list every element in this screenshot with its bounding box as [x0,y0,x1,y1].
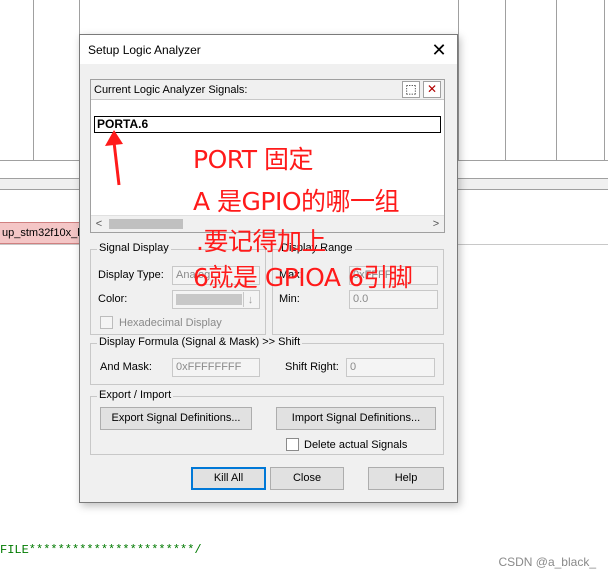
scroll-left-icon[interactable]: < [91,216,107,232]
and-mask-input[interactable]: 0xFFFFFFFF [172,358,260,377]
min-label: Min: [279,293,300,305]
annotation-line-2: A 是GPIO的哪一组 [193,187,400,216]
close-button[interactable]: Close [270,467,344,490]
signal-display-caption: Signal Display [97,242,171,254]
close-icon[interactable]: ✕ [427,38,451,62]
export-signals-button[interactable]: Export Signal Definitions... [100,407,252,430]
display-formula-group: Display Formula (Signal & Mask) >> Shift… [90,336,444,385]
color-swatch [176,294,242,305]
scroll-right-icon[interactable]: > [428,216,444,232]
hex-display-label: Hexadecimal Display [119,317,222,329]
editor-tab[interactable]: up_stm32f10x_h [0,222,86,244]
delete-actual-signals-label: Delete actual Signals [304,439,408,451]
display-formula-caption: Display Formula (Signal & Mask) >> Shift [97,336,303,348]
delete-signal-icon[interactable]: ✕ [423,81,441,98]
new-signal-icon[interactable]: ⬚ [402,81,420,98]
annotation-line-1: PORT 固定 [193,145,314,174]
signals-header: Current Logic Analyzer Signals: ⬚ ✕ [91,80,444,100]
color-label: Color: [98,293,128,305]
export-import-group: Export / Import Export Signal Definition… [90,389,444,455]
scroll-thumb[interactable] [109,219,183,229]
and-mask-label: And Mask: [100,361,152,373]
code-comment-line: FILE***********************/ [0,543,202,557]
display-type-label: Display Type: [98,269,164,281]
import-signals-button[interactable]: Import Signal Definitions... [276,407,436,430]
export-import-caption: Export / Import [97,389,174,401]
watermark: CSDN @a_black_ [498,555,596,569]
annotation-line-3: .要记得加上 [196,227,326,256]
signals-label: Current Logic Analyzer Signals: [94,84,248,96]
shift-right-input[interactable]: 0 [346,358,435,377]
signal-entry-input[interactable]: PORTA.6 [94,116,441,133]
annotation-line-4: 6就是 GPIOA 6引脚 [193,263,413,292]
delete-actual-signals-checkbox[interactable] [286,438,299,451]
annotation-arrow-icon [105,130,123,186]
dialog-title: Setup Logic Analyzer [88,43,201,57]
dropdown-arrow-icon[interactable]: ↓ [243,292,257,307]
help-button[interactable]: Help [368,467,444,490]
kill-all-button[interactable]: Kill All [191,467,266,490]
dialog-titlebar[interactable]: Setup Logic Analyzer ✕ [80,35,457,65]
shift-right-label: Shift Right: [285,361,339,373]
hex-display-checkbox[interactable] [100,316,113,329]
